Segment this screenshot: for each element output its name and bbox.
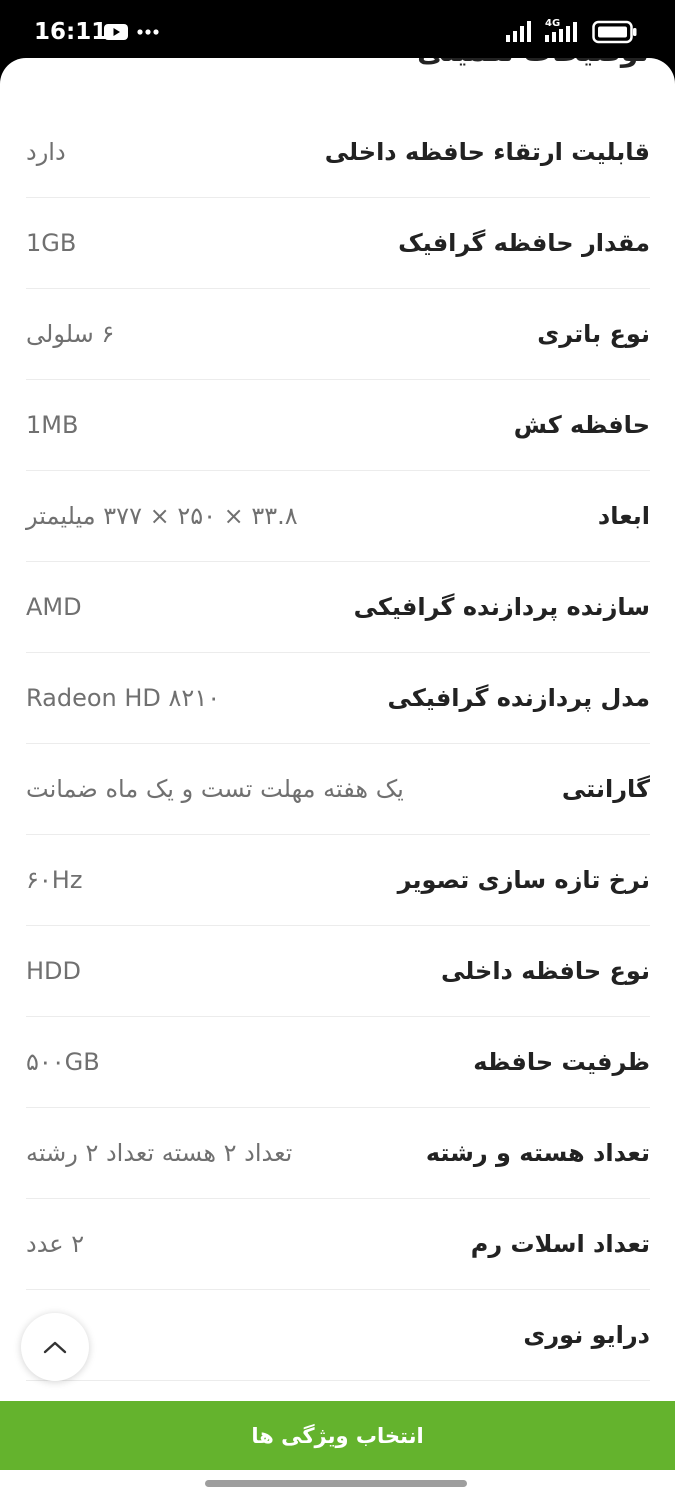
spec-value: ۳۳.۸ × ۲۵۰ × ۳۷۷ میلیمتر: [26, 502, 298, 530]
spec-row: قابلیت ارتقاء حافظه داخلی دارد: [26, 107, 650, 198]
spec-label: حافظه کش: [513, 411, 650, 439]
spec-value: ۵۰۰GB: [26, 1048, 100, 1076]
spec-label: نوع باتری: [537, 320, 650, 348]
spec-row: نرخ تازه سازی تصویر ۶۰Hz: [26, 835, 650, 926]
spec-label: مدل پردازنده گرافیکی: [387, 684, 650, 712]
home-indicator: [205, 1480, 467, 1487]
scroll-to-top-button[interactable]: [21, 1313, 89, 1381]
spec-label: ابعاد: [597, 502, 650, 530]
spec-label: مقدار حافظه گرافیک: [398, 229, 650, 257]
spec-value: Radeon HD ۸۲۱۰: [26, 684, 221, 712]
spec-value: HDD: [26, 957, 82, 985]
spec-value: ۲ عدد: [26, 1230, 85, 1258]
spec-row: نوع حافظه داخلی HDD: [26, 926, 650, 1017]
more-dots-icon: [137, 29, 159, 35]
spec-value: ۶۰Hz: [26, 866, 83, 894]
spec-label: قابلیت ارتقاء حافظه داخلی: [324, 138, 650, 166]
spec-row: مقدار حافظه گرافیک 1GB: [26, 198, 650, 289]
select-features-label: انتخاب ویژگی ها: [251, 1423, 424, 1448]
select-features-button[interactable]: انتخاب ویژگی ها: [0, 1401, 675, 1470]
spec-label: نرخ تازه سازی تصویر: [397, 866, 650, 894]
spec-value: تعداد ۲ هسته تعداد ۲ رشته: [26, 1139, 293, 1167]
spec-row: ابعاد ۳۳.۸ × ۲۵۰ × ۳۷۷ میلیمتر: [26, 471, 650, 562]
spec-value: 1MB: [26, 411, 79, 439]
chevron-up-icon: [43, 1341, 67, 1354]
signal-4g-icon: 4G: [545, 18, 577, 42]
spec-label: تعداد اسلات رم: [470, 1230, 650, 1258]
spec-value: AMD: [26, 593, 82, 621]
spec-row: نوع باتری ۶ سلولی: [26, 289, 650, 380]
section-title: توضیحات تکمیلی: [417, 58, 649, 78]
spec-row: مدل پردازنده گرافیکی Radeon HD ۸۲۱۰: [26, 653, 650, 744]
spec-row: ظرفیت حافظه ۵۰۰GB: [26, 1017, 650, 1108]
spec-label: درایو نوری: [523, 1321, 650, 1349]
spec-row: گارانتی یک هفته مهلت تست و یک ماه ضمانت: [26, 744, 650, 835]
status-bar: 16:11 4G: [0, 0, 675, 64]
spec-row: سازنده پردازنده گرافیکی AMD: [26, 562, 650, 653]
spec-label: گارانتی: [561, 775, 650, 803]
spec-label: سازنده پردازنده گرافیکی: [353, 593, 650, 621]
spec-row: تعداد اسلات رم ۲ عدد: [26, 1199, 650, 1290]
spec-row: درایو نوری ندارد: [26, 1290, 650, 1381]
spec-row: حافظه کش 1MB: [26, 380, 650, 471]
spec-value: دارد: [26, 138, 66, 166]
spec-label: نوع حافظه داخلی: [440, 957, 650, 985]
spec-value: ۶ سلولی: [26, 320, 115, 348]
status-time: 16:11: [34, 19, 108, 45]
spec-value: یک هفته مهلت تست و یک ماه ضمانت: [26, 775, 404, 803]
spec-list: قابلیت ارتقاء حافظه داخلی دارد مقدار حاف…: [26, 107, 650, 1381]
spec-label: ظرفیت حافظه: [473, 1048, 650, 1076]
spec-value: 1GB: [26, 229, 77, 257]
youtube-icon: [104, 24, 128, 40]
spec-row: تعداد هسته و رشته تعداد ۲ هسته تعداد ۲ ر…: [26, 1108, 650, 1199]
signal-icon: [506, 21, 531, 42]
spec-label: تعداد هسته و رشته: [425, 1139, 650, 1167]
specs-sheet[interactable]: توضیحات تکمیلی قابلیت ارتقاء حافظه داخلی…: [0, 58, 675, 1500]
battery-icon: [592, 20, 637, 44]
svg-text:4G: 4G: [545, 18, 560, 29]
